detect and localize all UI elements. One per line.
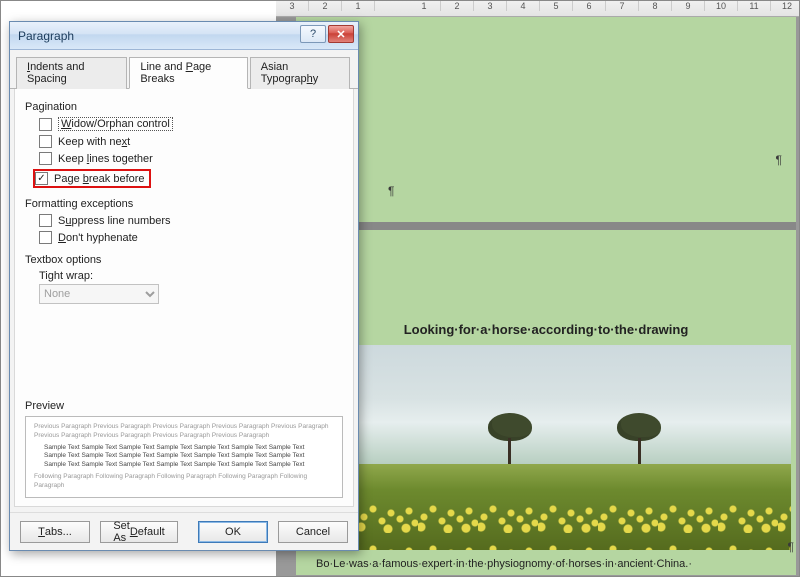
suppress-line-numbers-checkbox[interactable]: Suppress line numbers <box>39 214 343 227</box>
preview-box: Previous Paragraph Previous Paragraph Pr… <box>25 416 343 498</box>
checkbox-icon <box>39 118 52 131</box>
textbox-options-group-label: Textbox options <box>25 254 343 266</box>
dialog-button-row: Tabs... Set As Default OK Cancel <box>10 512 358 550</box>
document-page-1[interactable]: ¶ ¶ <box>296 17 796 222</box>
ok-button[interactable]: OK <box>198 521 268 543</box>
tight-wrap-label: Tight wrap: <box>39 270 343 282</box>
tab-asian-typography[interactable]: Asian Typography <box>250 57 350 89</box>
paragraph-mark: ¶ <box>388 184 394 198</box>
widow-orphan-checkbox[interactable]: Widow/Orphan control <box>39 117 343 131</box>
dont-hyphenate-checkbox[interactable]: Don't hyphenate <box>39 231 343 244</box>
checkbox-icon <box>39 231 52 244</box>
checkbox-icon <box>39 135 52 148</box>
paragraph-dialog: Paragraph ? ✕ Indents and Spacing Line a… <box>9 21 359 551</box>
keep-lines-together-checkbox[interactable]: Keep lines together <box>39 152 343 165</box>
cancel-button[interactable]: Cancel <box>278 521 348 543</box>
page-break-before-label[interactable]: Page break before <box>54 173 145 185</box>
tab-indents-spacing[interactable]: Indents and Spacing <box>16 57 127 89</box>
tight-wrap-select[interactable]: None <box>39 284 159 304</box>
tabs-button[interactable]: Tabs... <box>20 521 90 543</box>
page-break-before-highlight: Page break before <box>33 169 151 188</box>
checkbox-icon <box>39 214 52 227</box>
checkbox-icon <box>39 152 52 165</box>
dialog-title: Paragraph <box>18 29 74 43</box>
document-image[interactable] <box>358 345 791 550</box>
set-as-default-button[interactable]: Set As Default <box>100 521 178 543</box>
dialog-body: Pagination Widow/Orphan control Keep wit… <box>14 89 354 507</box>
page-gap <box>296 222 796 230</box>
horizontal-ruler: 3211234567891011121314 <box>276 1 799 17</box>
formatting-exceptions-group-label: Formatting exceptions <box>25 198 343 210</box>
dialog-titlebar[interactable]: Paragraph ? ✕ <box>10 22 358 50</box>
tab-line-page-breaks[interactable]: Line and Page Breaks <box>129 57 247 89</box>
preview-label: Preview <box>25 400 343 412</box>
dialog-tabs: Indents and Spacing Line and Page Breaks… <box>10 50 358 89</box>
pagination-group-label: Pagination <box>25 101 343 113</box>
document-heading: Looking·for·a·horse·according·to·the·dra… <box>296 322 796 337</box>
paragraph-mark: ¶ <box>776 153 782 167</box>
paragraph-mark: ¶ <box>788 540 794 554</box>
help-button[interactable]: ? <box>300 25 326 43</box>
keep-with-next-checkbox[interactable]: Keep with next <box>39 135 343 148</box>
close-button[interactable]: ✕ <box>328 25 354 43</box>
document-body-text: Bo·Le·was·a·famous·expert·in·the·physiog… <box>296 558 796 570</box>
page-break-before-checkbox[interactable] <box>35 172 48 185</box>
document-page-2[interactable]: Looking·for·a·horse·according·to·the·dra… <box>296 230 796 575</box>
